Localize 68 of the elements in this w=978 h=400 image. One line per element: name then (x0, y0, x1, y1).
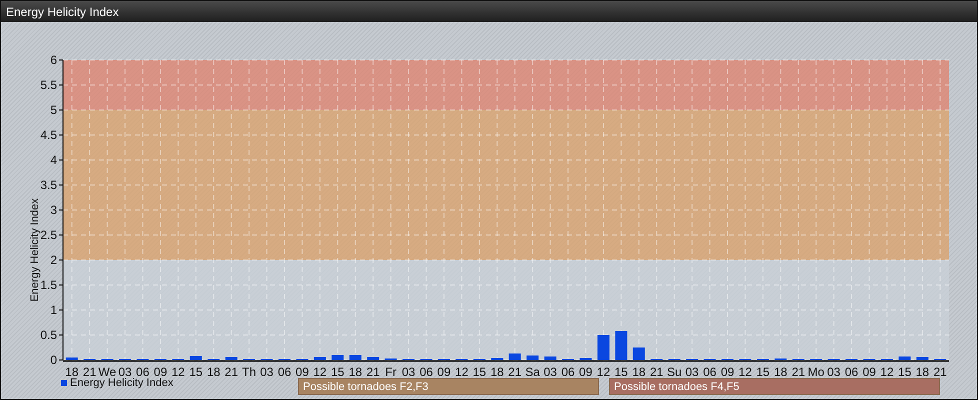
x-tick-label: 15 (756, 365, 770, 376)
x-tick-label: 06 (844, 365, 858, 376)
x-tick-label: 03 (118, 365, 132, 376)
x-tick-label: 12 (596, 365, 610, 376)
x-tick-label: 09 (437, 365, 451, 376)
x-tick-label: 18 (632, 365, 646, 376)
x-tick-label: 06 (703, 365, 716, 376)
window-title: Energy Helicity Index (6, 4, 119, 18)
x-tick-label: 18 (65, 365, 79, 376)
x-tick-label: 18 (916, 365, 930, 376)
y-tick-label: 1.5 (40, 278, 57, 292)
band-label: Possible tornadoes F2,F3 (298, 378, 599, 395)
x-tick-label: 15 (330, 365, 344, 376)
x-tick-label: 06 (561, 365, 575, 376)
x-tick-label: 18 (206, 365, 220, 376)
x-tick-label: 15 (189, 365, 203, 376)
x-tick-label: Sa (525, 365, 540, 376)
x-tick-label: Th (242, 365, 256, 376)
x-tick-label: We (98, 365, 116, 376)
x-tick-label: 09 (720, 365, 734, 376)
x-tick-label: 12 (455, 365, 468, 376)
x-tick-label: 21 (366, 365, 380, 376)
y-tick-label: 6 (50, 53, 57, 67)
x-tick-label: 18 (774, 365, 788, 376)
y-tick-label: 0 (50, 353, 57, 367)
x-tick-label: Su (667, 365, 682, 376)
x-tick-label: 21 (224, 365, 238, 376)
x-tick-label: 21 (933, 365, 947, 376)
x-tick-label: 21 (792, 365, 806, 376)
x-tick-label: 09 (154, 365, 168, 376)
x-tick-label: 12 (880, 365, 894, 376)
x-tick-label: 03 (827, 365, 840, 376)
band-label: Possible tornadoes F4,F5 (609, 378, 940, 395)
x-tick-label: 03 (685, 365, 699, 376)
x-tick-label: 06 (136, 365, 150, 376)
x-tick-label: 03 (544, 365, 557, 376)
x-tick-label: 06 (420, 365, 433, 376)
x-tick-label: 15 (898, 365, 912, 376)
x-tick-label: 03 (260, 365, 274, 376)
x-tick-label: 09 (296, 365, 309, 376)
x-tick-label: 09 (862, 365, 876, 376)
x-tick-label: 09 (579, 365, 592, 376)
y-tick-label: 3.5 (40, 178, 57, 192)
x-tick-label: Fr (385, 365, 396, 376)
x-tick-label: 12 (313, 365, 327, 376)
x-tick-label: 21 (508, 365, 522, 376)
y-tick-label: 3 (50, 203, 57, 217)
x-tick-label: 12 (738, 365, 752, 376)
y-tick-label: 4 (50, 153, 57, 167)
x-tick-label: 21 (82, 365, 96, 376)
x-tick-label: 15 (614, 365, 628, 376)
y-tick-label: 0.5 (40, 328, 57, 342)
x-tick-label: 12 (172, 365, 185, 376)
x-tick-label: 15 (472, 365, 486, 376)
x-tick-label: Mo (808, 365, 824, 376)
y-tick-label: 4.5 (40, 128, 57, 142)
legend-label: Energy Helicity Index (70, 377, 174, 389)
y-tick-label: 5.5 (40, 78, 57, 92)
y-axis-title: Energy Helicity Index (29, 198, 41, 302)
x-tick-label: 18 (348, 365, 362, 376)
x-tick-label: 21 (650, 365, 664, 376)
y-tick-label: 2 (50, 253, 57, 267)
y-tick-label: 1 (50, 303, 57, 317)
x-tick-label: 03 (402, 365, 416, 376)
x-tick-label: 06 (278, 365, 292, 376)
x-tick-label: 18 (490, 365, 504, 376)
y-tick-label: 5 (50, 103, 57, 117)
y-tick-label: 2.5 (40, 228, 57, 242)
